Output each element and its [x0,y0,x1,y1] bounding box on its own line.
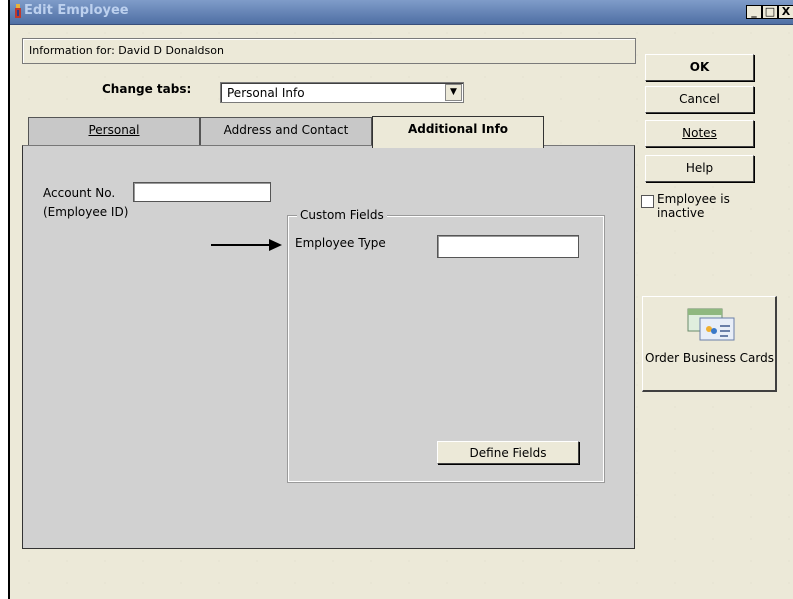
change-tabs-select[interactable]: Personal Info ▼ [220,82,464,103]
account-no-input[interactable] [133,182,271,202]
employee-inactive-checkbox[interactable] [641,195,654,208]
app-icon [15,4,21,18]
cancel-button[interactable]: Cancel [645,86,754,113]
tab-personal-label: Personal [88,123,140,137]
change-tabs-label: Change tabs: [102,82,192,96]
minimize-icon[interactable]: _ [746,5,762,19]
order-business-cards-label: Order Business Cards [645,351,774,365]
window-title: Edit Employee [24,3,129,18]
info-for-box: Information for: David D Donaldson [22,38,636,64]
notes-label: Notes [682,126,717,140]
tab-address-contact-label: Address and Contact [223,123,349,137]
tab-personal[interactable]: Personal [28,117,200,145]
close-icon[interactable]: X [778,5,793,19]
help-label: Help [685,161,714,175]
order-business-cards-button[interactable]: Order Business Cards [642,296,777,392]
edit-employee-window: Edit Employee _ □ X Information for: Dav… [8,0,793,599]
arrow-pointer-head [269,239,282,251]
change-tabs-value: Personal Info [227,86,305,100]
ok-label: OK [689,60,710,74]
custom-fields-group: Custom Fields Employee Type Define Field… [287,208,605,483]
ok-button[interactable]: OK [645,54,754,81]
account-no-label: Account No. [43,186,116,200]
title-bar[interactable]: Edit Employee _ □ X [10,0,793,25]
maximize-icon[interactable]: □ [762,5,778,19]
define-fields-label: Define Fields [469,446,547,460]
additional-info-panel: Account No. (Employee ID) Custom Fields … [22,145,635,549]
employee-type-label: Employee Type [295,236,386,250]
define-fields-button[interactable]: Define Fields [437,441,579,464]
tab-additional-info-label: Additional Info [407,122,509,136]
arrow-pointer-icon [211,244,271,246]
cancel-label: Cancel [679,92,720,106]
tab-additional-info[interactable]: Additional Info [372,116,544,148]
employee-inactive-label: Employee is inactive [657,192,730,220]
help-button[interactable]: Help [645,155,754,182]
employee-id-label: (Employee ID) [43,205,129,219]
tab-address-contact[interactable]: Address and Contact [200,117,372,145]
employee-type-input[interactable] [437,235,579,258]
business-cards-icon [687,308,735,341]
notes-button[interactable]: Notes [645,120,754,147]
info-for-label: Information for: David D Donaldson [29,44,224,57]
dropdown-arrow-icon[interactable]: ▼ [445,84,462,101]
custom-fields-title: Custom Fields [297,208,387,222]
